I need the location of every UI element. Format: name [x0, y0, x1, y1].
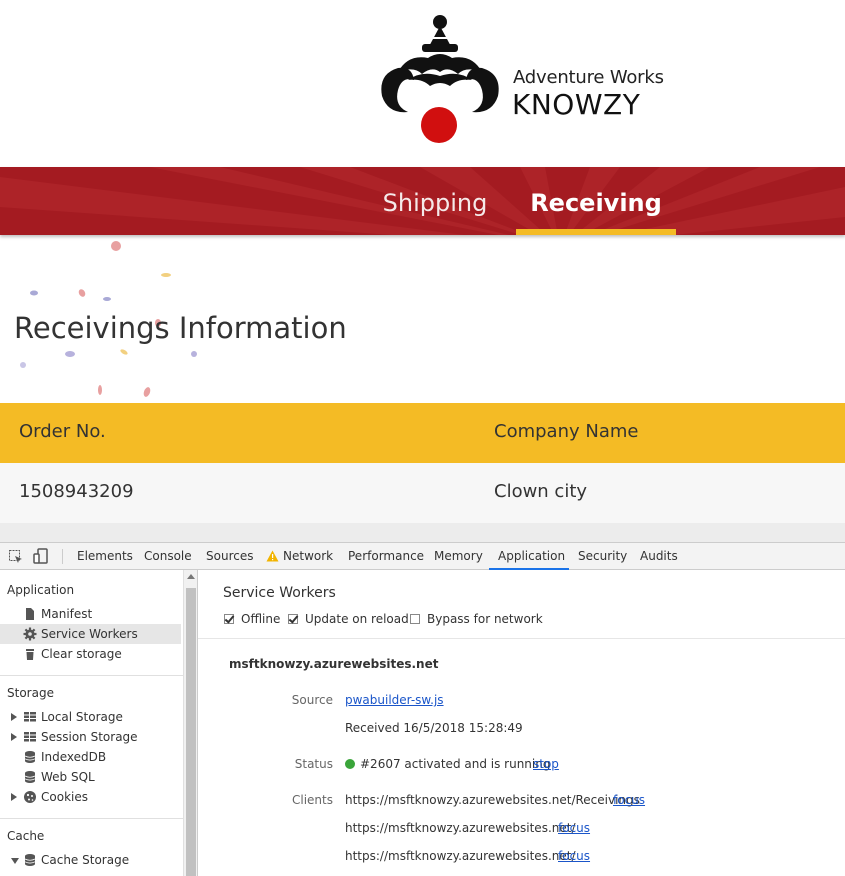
devtools-panel: Elements Console Sources Network Perform… [0, 542, 845, 876]
sidebar-item-label: IndexedDB [41, 750, 107, 764]
section-title-storage: Storage [7, 686, 54, 700]
sidebar-item-session-storage[interactable]: Session Storage [0, 727, 181, 747]
devtools-tabbar: Elements Console Sources Network Perform… [0, 543, 845, 570]
table-header: Order No. Company Name [0, 403, 845, 463]
client-focus-link[interactable]: focus [558, 849, 590, 863]
cookie-icon [24, 791, 36, 803]
section-title-application: Application [7, 583, 75, 597]
source-key: Source [291, 693, 333, 707]
status-running-icon [345, 759, 355, 769]
gear-icon [23, 627, 37, 641]
status-text: #2607 activated and is running [360, 757, 551, 771]
clients-key: Clients [292, 793, 333, 807]
trash-icon [26, 649, 34, 660]
sidebar-item-label: Service Workers [41, 627, 138, 641]
tab-security[interactable]: Security [578, 543, 627, 570]
brand-line1: Adventure Works [513, 67, 664, 88]
stop-link[interactable]: stop [533, 757, 559, 771]
client-url: https://msftknowzy.azurewebsites.net/Rec… [345, 793, 640, 807]
source-file-link[interactable]: pwabuilder-sw.js [345, 693, 444, 707]
sidebar-item-label: Web SQL [41, 770, 95, 784]
nav-receiving[interactable]: Receiving [516, 167, 676, 235]
tab-network[interactable]: Network [283, 543, 333, 570]
sidebar-item-label: Clear storage [41, 647, 122, 661]
page-title: Receivings Information [14, 311, 347, 345]
section-divider [0, 675, 183, 676]
document-icon [26, 608, 34, 620]
service-workers-panel: Service Workers Offline Update on reload… [198, 570, 845, 876]
panel-title: Service Workers [223, 585, 336, 601]
tab-memory[interactable]: Memory [434, 543, 483, 570]
header: Adventure Works KNOWZY [0, 0, 845, 167]
scrollbar-thumb[interactable] [186, 588, 196, 876]
update-on-reload-label[interactable]: Update on reload [305, 612, 409, 626]
sidebar-item-local-storage[interactable]: Local Storage [0, 707, 181, 727]
expand-arrow-icon[interactable] [11, 733, 17, 741]
sidebar-item-service-workers[interactable]: Service Workers [0, 624, 181, 644]
sidebar-item-clear-storage[interactable]: Clear storage [0, 644, 181, 664]
offline-checkbox[interactable] [224, 614, 234, 624]
devtools-sidebar: Application Manifest Service Workers Cle… [0, 570, 183, 876]
sidebar-scrollbar[interactable] [183, 570, 197, 876]
column-header-order-no[interactable]: Order No. [19, 403, 106, 463]
table-row[interactable]: 1508943209 Clown city [0, 463, 845, 523]
client-url: https://msftknowzy.azurewebsites.net/ [345, 821, 576, 835]
collapse-arrow-icon[interactable] [11, 858, 19, 864]
tab-performance[interactable]: Performance [348, 543, 424, 570]
column-header-company-name[interactable]: Company Name [494, 403, 638, 463]
sidebar-item-label: Cookies [41, 790, 88, 804]
offline-label[interactable]: Offline [241, 612, 280, 626]
sidebar-item-web-sql[interactable]: Web SQL [0, 767, 181, 787]
database-icon [24, 751, 36, 763]
main-nav: Shipping Receiving [0, 167, 845, 235]
tab-audits[interactable]: Audits [640, 543, 678, 570]
sidebar-item-label: Manifest [41, 607, 93, 621]
tab-console[interactable]: Console [144, 543, 192, 570]
sidebar-item-label: Session Storage [41, 730, 138, 744]
expand-arrow-icon[interactable] [11, 713, 17, 721]
nav-shipping[interactable]: Shipping [380, 167, 490, 235]
sidebar-item-cookies[interactable]: Cookies [0, 787, 181, 807]
bypass-for-network-checkbox[interactable] [410, 614, 420, 624]
nav-active-indicator [516, 229, 676, 235]
section-title-cache: Cache [7, 829, 45, 843]
sidebar-item-cache-storage[interactable]: Cache Storage [0, 850, 181, 870]
client-url: https://msftknowzy.azurewebsites.net/ [345, 849, 576, 863]
grid-icon [24, 712, 36, 722]
update-on-reload-checkbox[interactable] [288, 614, 298, 624]
warning-icon [266, 550, 279, 562]
scroll-up-icon[interactable] [187, 574, 195, 579]
cell-order-no: 1508943209 [19, 481, 134, 502]
brand-line2: KNOWZY [512, 88, 641, 121]
section-divider [0, 818, 183, 819]
sidebar-item-manifest[interactable]: Manifest [0, 604, 181, 624]
device-toolbar-icon[interactable] [33, 548, 49, 565]
receivings-table: Order No. Company Name 1508943209 Clown … [0, 403, 845, 523]
sidebar-item-label: Local Storage [41, 710, 123, 724]
database-icon [24, 771, 36, 783]
status-key: Status [294, 757, 333, 771]
cell-company-name: Clown city [494, 481, 588, 502]
database-icon [24, 854, 36, 866]
expand-arrow-icon[interactable] [11, 793, 17, 801]
page-bottom-area [0, 523, 845, 542]
bypass-for-network-label[interactable]: Bypass for network [427, 612, 543, 626]
tab-elements[interactable]: Elements [77, 543, 133, 570]
sidebar-item-indexeddb[interactable]: IndexedDB [0, 747, 181, 767]
tab-application[interactable]: Application [489, 543, 569, 570]
inspect-element-icon[interactable] [8, 549, 24, 565]
sidebar-item-label: Cache Storage [41, 853, 130, 867]
client-focus-link[interactable]: focus [558, 821, 590, 835]
section-divider [198, 638, 845, 639]
clown-logo-icon[interactable] [378, 14, 504, 144]
client-focus-link[interactable]: focus [613, 793, 645, 807]
grid-icon [24, 732, 36, 742]
tab-separator [62, 549, 63, 564]
received-text: Received 16/5/2018 15:28:49 [345, 721, 523, 735]
tab-sources[interactable]: Sources [206, 543, 253, 570]
sw-origin: msftknowzy.azurewebsites.net [229, 657, 439, 671]
